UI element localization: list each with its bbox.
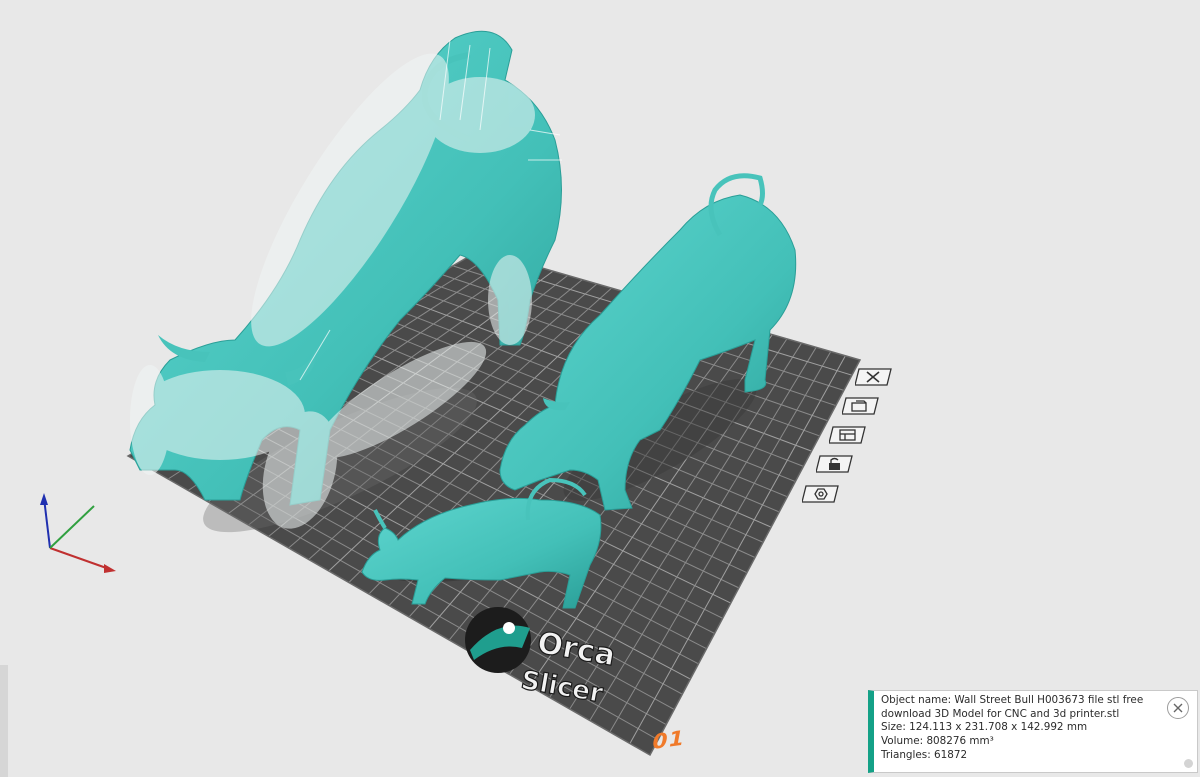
- auto-orient-button[interactable]: [842, 394, 882, 418]
- info-close-button[interactable]: [1167, 697, 1189, 719]
- plate-number[interactable]: 01: [650, 726, 687, 754]
- object-triangles: Triangles: 61872: [881, 748, 968, 761]
- object-size: Size: 124.113 x 231.708 x 142.992 mm: [881, 721, 1088, 734]
- close-icon: [1173, 703, 1183, 713]
- plate-close-button[interactable]: [855, 365, 895, 389]
- object-volume: Volume: 808276 mm³: [881, 735, 994, 748]
- 3d-viewport[interactable]: Orca Slicer: [0, 0, 1200, 777]
- object-name-line1: Object name: Wall Street Bull H003673 fi…: [881, 694, 1144, 706]
- arrange-button[interactable]: [829, 423, 869, 447]
- resize-handle-icon[interactable]: [1184, 759, 1193, 768]
- object-info-panel: Object name: Wall Street Bull H003673 fi…: [868, 690, 1198, 773]
- plate-settings-button[interactable]: [802, 482, 842, 506]
- object-name-line2: download 3D Model for CNC and 3d printer…: [881, 707, 1120, 720]
- axes-gizmo: [40, 493, 116, 573]
- left-panel-edge: [0, 665, 8, 777]
- lock-button[interactable]: [816, 452, 856, 476]
